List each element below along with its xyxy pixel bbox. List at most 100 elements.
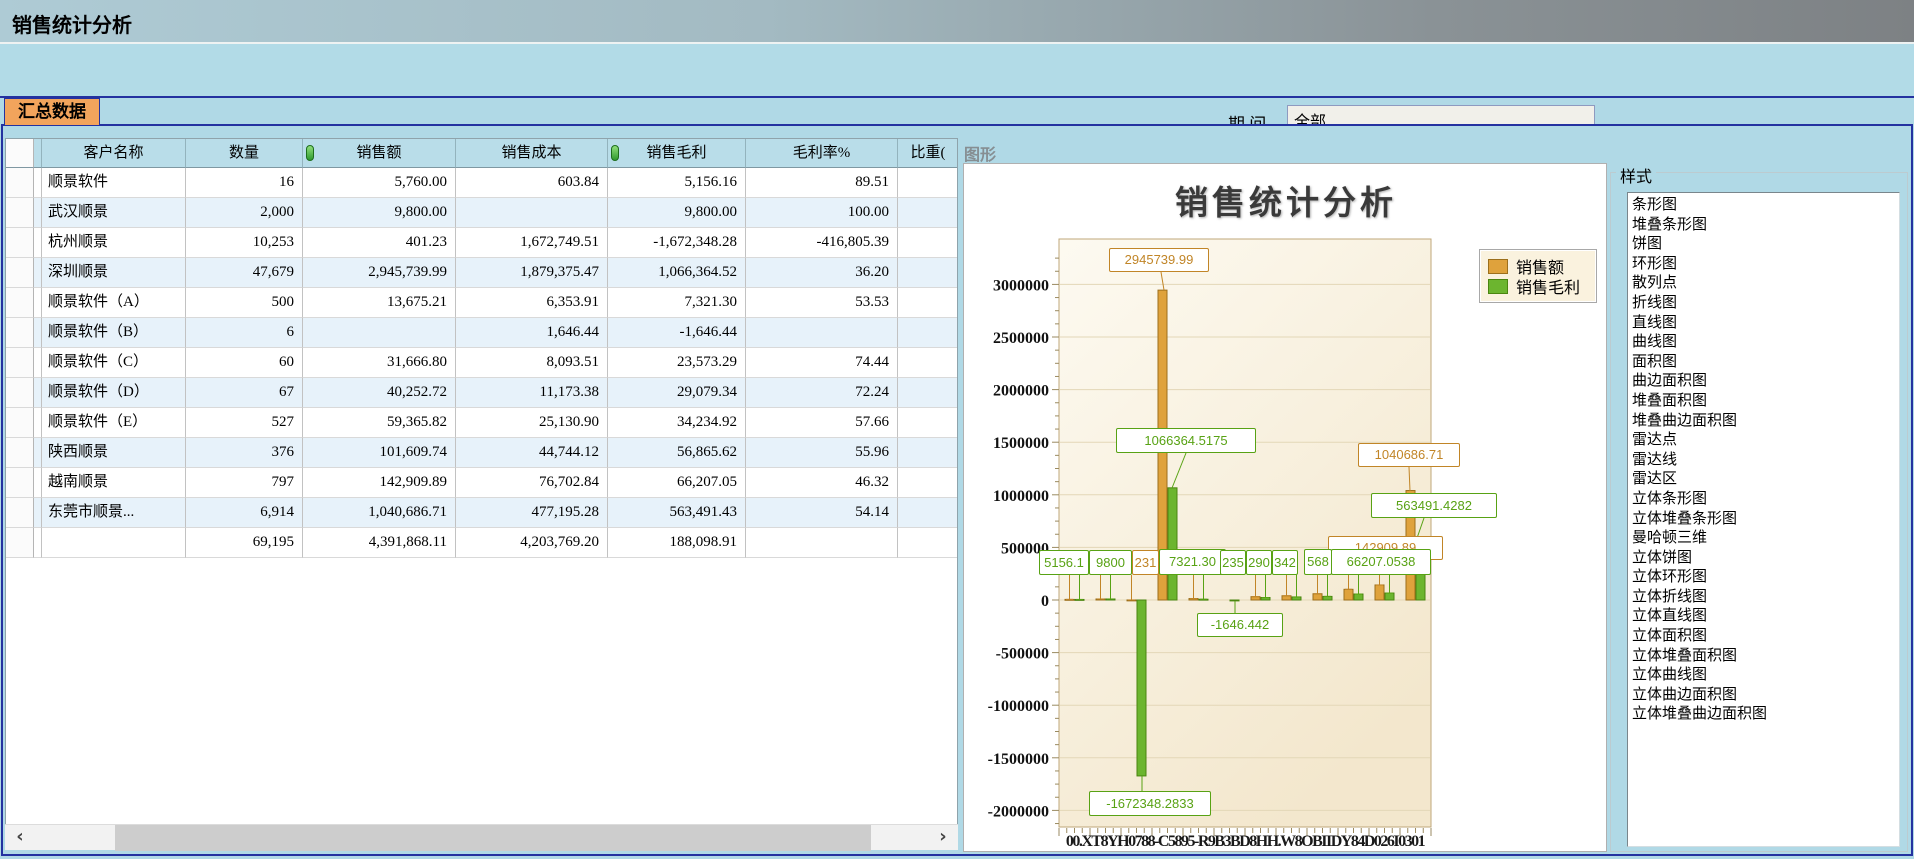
column-header-1[interactable]: 数量 [186, 139, 303, 168]
style-list-item[interactable]: 立体堆叠曲边面积图 [1632, 705, 1899, 725]
style-list-item[interactable]: 环形图 [1632, 255, 1899, 275]
style-list-item[interactable]: 立体堆叠条形图 [1632, 510, 1899, 530]
style-list-item[interactable]: 立体曲线图 [1632, 666, 1899, 686]
style-list-item[interactable]: 堆叠面积图 [1632, 392, 1899, 412]
cell [6, 378, 34, 408]
style-list-item[interactable]: 立体条形图 [1632, 490, 1899, 510]
column-header-0[interactable]: 客户名称 [42, 139, 186, 168]
cell: 1,066,364.52 [608, 258, 746, 288]
column-header-5[interactable]: 毛利率% [746, 139, 898, 168]
table-row[interactable]: 武汉顺景2,0009,800.009,800.00100.00 [6, 198, 958, 228]
style-list-item[interactable]: 条形图 [1632, 196, 1899, 216]
cell: 4,203,769.20 [456, 528, 608, 558]
column-header-3[interactable]: 销售成本 [456, 139, 608, 168]
cell: 杭州顺景 [42, 228, 186, 258]
chart-callout: 235 [1220, 550, 1246, 575]
cell: 603.84 [456, 168, 608, 198]
table-row[interactable]: 顺景软件（E）52759,365.8225,130.9034,234.9257.… [6, 408, 958, 438]
table-row[interactable]: 顺景软件（B）61,646.44-1,646.44 [6, 318, 958, 348]
cell: 4,391,868.11 [303, 528, 456, 558]
cell [34, 258, 42, 288]
cell [34, 438, 42, 468]
cell [34, 468, 42, 498]
table-row[interactable]: 越南顺景797142,909.8976,702.8466,207.0546.32 [6, 468, 958, 498]
cell [6, 408, 34, 438]
style-list-item[interactable]: 立体饼图 [1632, 549, 1899, 569]
style-list-item[interactable]: 堆叠曲边面积图 [1632, 412, 1899, 432]
cell [898, 408, 958, 438]
chart-callout: 66207.0538 [1331, 549, 1431, 575]
scroll-thumb[interactable] [115, 825, 871, 851]
cell [34, 528, 42, 558]
style-list-item[interactable]: 曲边面积图 [1632, 372, 1899, 392]
style-list-item[interactable]: 曼哈顿三维 [1632, 529, 1899, 549]
table-row[interactable]: 东莞市顺景...6,9141,040,686.71477,195.28563,4… [6, 498, 958, 528]
cell [6, 348, 34, 378]
cell: 顺景软件（D） [42, 378, 186, 408]
scroll-left-button[interactable]: ‹ [5, 825, 35, 851]
cell: 53.53 [746, 288, 898, 318]
column-header-2[interactable]: 销售额 [303, 139, 456, 168]
cell [34, 498, 42, 528]
cell [6, 498, 34, 528]
cell [6, 228, 34, 258]
cell [898, 468, 958, 498]
svg-text:0: 0 [1041, 593, 1049, 610]
style-list-item[interactable]: 立体面积图 [1632, 627, 1899, 647]
style-list-item[interactable]: 立体折线图 [1632, 588, 1899, 608]
cell [34, 378, 42, 408]
chart-callout: 290 [1246, 550, 1272, 575]
cell: 55.96 [746, 438, 898, 468]
table-row[interactable]: 深圳顺景47,6792,945,739.991,879,375.471,066,… [6, 258, 958, 288]
cell: 陕西顺景 [42, 438, 186, 468]
tab-summary-data[interactable]: 汇总数据 [4, 98, 100, 125]
cell: 527 [186, 408, 303, 438]
chart-legend: 销售额销售毛利 [1479, 249, 1597, 303]
table-row[interactable]: 顺景软件165,760.00603.845,156.1689.51 [6, 168, 958, 198]
style-list-item[interactable]: 堆叠条形图 [1632, 216, 1899, 236]
cell [34, 228, 42, 258]
style-list-item[interactable]: 雷达点 [1632, 431, 1899, 451]
style-list-item[interactable]: 立体曲边面积图 [1632, 686, 1899, 706]
style-list-item[interactable]: 直线图 [1632, 314, 1899, 334]
style-listbox[interactable]: 条形图堆叠条形图饼图环形图散列点折线图直线图曲线图面积图曲边面积图堆叠面积图堆叠… [1627, 192, 1900, 847]
table-row[interactable]: 陕西顺景376101,609.7444,744.1256,865.6255.96 [6, 438, 958, 468]
style-list-item[interactable]: 立体环形图 [1632, 568, 1899, 588]
svg-text:2000000: 2000000 [993, 383, 1049, 400]
cell: 顺景软件（B） [42, 318, 186, 348]
chart-callout: 342 [1272, 550, 1298, 575]
cell [456, 198, 608, 228]
cell [6, 528, 34, 558]
table-row[interactable]: 顺景软件（A）50013,675.216,353.917,321.3053.53 [6, 288, 958, 318]
cell: 188,098.91 [608, 528, 746, 558]
cell: 376 [186, 438, 303, 468]
cell: 76,702.84 [456, 468, 608, 498]
style-list-item[interactable]: 折线图 [1632, 294, 1899, 314]
cell: 401.23 [303, 228, 456, 258]
horizontal-scrollbar[interactable]: ‹ › [5, 824, 958, 850]
style-list-item[interactable]: 雷达区 [1632, 470, 1899, 490]
scroll-right-button[interactable]: › [928, 825, 958, 851]
cell [34, 168, 42, 198]
style-list-item[interactable]: 立体堆叠面积图 [1632, 647, 1899, 667]
style-list-item[interactable]: 饼图 [1632, 235, 1899, 255]
page-title: 销售统计分析 [12, 9, 132, 38]
style-list-item[interactable]: 面积图 [1632, 353, 1899, 373]
svg-text:1500000: 1500000 [993, 435, 1049, 452]
svg-text:-1500000: -1500000 [988, 751, 1049, 768]
cell: 101,609.74 [303, 438, 456, 468]
style-list-item[interactable]: 散列点 [1632, 274, 1899, 294]
column-header-6[interactable]: 比重( [898, 139, 958, 168]
cell: 60 [186, 348, 303, 378]
cell [898, 198, 958, 228]
cell: 13,675.21 [303, 288, 456, 318]
column-header-4[interactable]: 销售毛利 [608, 139, 746, 168]
table-row[interactable]: 顺景软件（C）6031,666.808,093.5123,573.2974.44 [6, 348, 958, 378]
table-row[interactable]: 顺景软件（D）6740,252.7211,173.3829,079.3472.2… [6, 378, 958, 408]
cell: 59,365.82 [303, 408, 456, 438]
style-list-item[interactable]: 立体直线图 [1632, 607, 1899, 627]
table-total-row[interactable]: 69,1954,391,868.114,203,769.20188,098.91 [6, 528, 958, 558]
table-row[interactable]: 杭州顺景10,253401.231,672,749.51-1,672,348.2… [6, 228, 958, 258]
style-list-item[interactable]: 雷达线 [1632, 451, 1899, 471]
style-list-item[interactable]: 曲线图 [1632, 333, 1899, 353]
